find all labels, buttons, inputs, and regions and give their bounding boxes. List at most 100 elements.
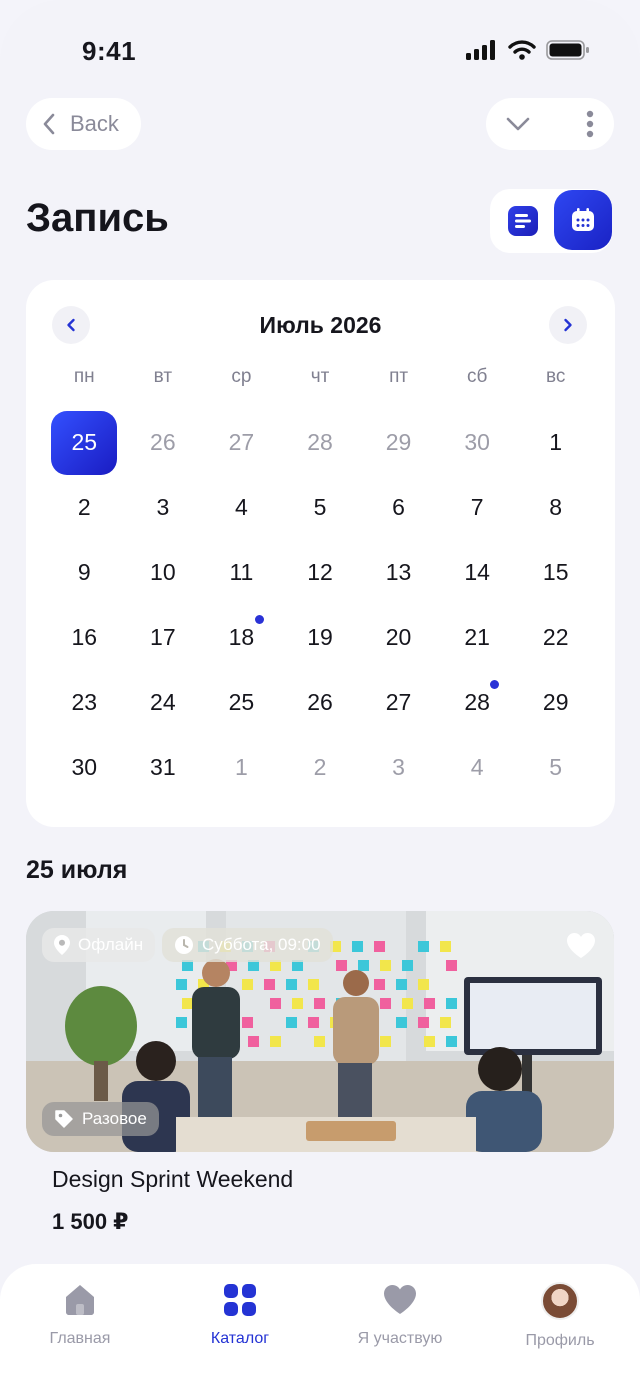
schedule-chip-label: Суббота, 09:00: [202, 935, 321, 954]
sticky-note: [418, 941, 429, 952]
tab-home[interactable]: Главная: [0, 1282, 160, 1387]
calendar-day[interactable]: 16: [45, 605, 124, 670]
calendar-day[interactable]: 17: [124, 605, 203, 670]
weekday-label: пт: [389, 366, 409, 387]
calendar-day[interactable]: 26: [281, 670, 360, 735]
calendar-day[interactable]: 27: [359, 670, 438, 735]
list-view-button[interactable]: [508, 206, 538, 236]
sticky-note: [292, 998, 303, 1009]
sticky-note: [446, 998, 457, 1009]
calendar-day[interactable]: 18: [202, 605, 281, 670]
calendar-day[interactable]: 1: [202, 735, 281, 800]
calendar-day[interactable]: 15: [516, 540, 595, 605]
type-chip-label: Разовое: [82, 1109, 147, 1128]
calendar-day-number: 5: [549, 754, 563, 780]
calendar-day[interactable]: 24: [124, 670, 203, 735]
more-vertical-icon[interactable]: [586, 110, 594, 138]
sticky-note: [374, 979, 385, 990]
calendar-view-button[interactable]: [554, 190, 612, 250]
sticky-note: [248, 1036, 259, 1047]
tab-bar: Главная Каталог Я участвую Профиль: [0, 1264, 640, 1387]
calendar-day[interactable]: 4: [202, 475, 281, 540]
calendar-day[interactable]: 3: [124, 475, 203, 540]
page-title: Запись: [26, 196, 169, 240]
tab-home-label: Главная: [49, 1330, 111, 1347]
event-card-image[interactable]: Офлайн Суббота, 09:00 Разовое: [26, 911, 614, 1152]
calendar-day[interactable]: 27: [202, 410, 281, 475]
calendar-day[interactable]: 21: [438, 605, 517, 670]
calendar-day[interactable]: 26: [124, 410, 203, 475]
calendar-day[interactable]: 5: [516, 735, 595, 800]
calendar-day[interactable]: 11: [202, 540, 281, 605]
avatar: [541, 1282, 579, 1320]
sticky-note: [380, 998, 391, 1009]
sticky-note: [286, 979, 297, 990]
calendar-day[interactable]: 22: [516, 605, 595, 670]
favorite-heart-icon[interactable]: [566, 932, 596, 960]
event-title[interactable]: Design Sprint Weekend: [52, 1166, 293, 1193]
sticky-note: [286, 1017, 297, 1028]
calendar-day[interactable]: 1: [516, 410, 595, 475]
calendar-day[interactable]: 7: [438, 475, 517, 540]
calendar-day-number: 1: [235, 754, 248, 780]
calendar-day-number: 31: [150, 754, 176, 780]
calendar-day[interactable]: 28: [281, 410, 360, 475]
calendar-grid: 25 26 27 28 29 30 1 2 3 4 5 6 7 8 9 10 11 12 13 14 15 16 17 18 1…: [45, 410, 595, 800]
sticky-note: [264, 979, 275, 990]
tab-catalog[interactable]: Каталог: [160, 1282, 320, 1387]
tab-profile[interactable]: Профиль: [480, 1282, 640, 1387]
list-icon: [515, 214, 531, 228]
calendar-day-number: 26: [307, 689, 333, 715]
calendar-day[interactable]: 30: [45, 735, 124, 800]
event-indicator-dot: [490, 680, 500, 689]
calendar-day[interactable]: 4: [438, 735, 517, 800]
calendar-day-number: 24: [150, 689, 176, 715]
weekday-label: чт: [310, 366, 330, 387]
chevron-down-icon[interactable]: [506, 117, 530, 131]
calendar-day[interactable]: 8: [516, 475, 595, 540]
weekday-label: вт: [153, 366, 173, 387]
tab-participating[interactable]: Я участвую: [320, 1282, 480, 1387]
app-screen: 9:41 Back Запись Июль 2026 пн вт ср чт п…: [0, 0, 640, 1387]
back-label: Back: [70, 111, 119, 136]
sticky-note: [418, 979, 429, 990]
calendar-icon: [572, 208, 594, 231]
calendar-day[interactable]: 20: [359, 605, 438, 670]
sticky-note: [182, 998, 193, 1009]
calendar-day[interactable]: 29: [359, 410, 438, 475]
sticky-note: [176, 1017, 187, 1028]
calendar-day-number: 23: [71, 689, 98, 715]
sticky-note: [396, 1017, 407, 1028]
calendar-day[interactable]: 14: [438, 540, 517, 605]
calendar-day-number: 6: [392, 494, 405, 520]
calendar-day[interactable]: 9: [45, 540, 124, 605]
calendar-day[interactable]: 29: [516, 670, 595, 735]
sticky-note: [380, 960, 391, 971]
calendar-day[interactable]: 19: [281, 605, 360, 670]
calendar-day-number: 3: [392, 754, 405, 780]
grid-icon: [224, 1284, 256, 1316]
location-pin-icon: [54, 935, 70, 955]
calendar-day-number: 11: [229, 559, 254, 585]
calendar-day[interactable]: 28: [438, 670, 517, 735]
event-indicator-dot: [254, 615, 264, 624]
calendar-day[interactable]: 10: [124, 540, 203, 605]
calendar-day[interactable]: 2: [281, 735, 360, 800]
calendar-day[interactable]: 6: [359, 475, 438, 540]
calendar-day[interactable]: 2: [45, 475, 124, 540]
calendar-day[interactable]: 30: [438, 410, 517, 475]
calendar-day[interactable]: 12: [281, 540, 360, 605]
tab-catalog-label: Каталог: [210, 1330, 270, 1347]
back-button[interactable]: Back: [26, 98, 141, 150]
calendar-day[interactable]: 23: [45, 670, 124, 735]
calendar-day[interactable]: 13: [359, 540, 438, 605]
calendar-day[interactable]: 31: [124, 735, 203, 800]
calendar-day-number: 26: [150, 429, 176, 455]
calendar-day-selected[interactable]: 25: [45, 410, 124, 475]
next-month-button[interactable]: [549, 306, 587, 344]
calendar-day[interactable]: 3: [359, 735, 438, 800]
calendar-day-number: 25: [228, 689, 255, 715]
calendar-day[interactable]: 5: [281, 475, 360, 540]
sticky-note: [402, 960, 413, 971]
calendar-day[interactable]: 25: [202, 670, 281, 735]
